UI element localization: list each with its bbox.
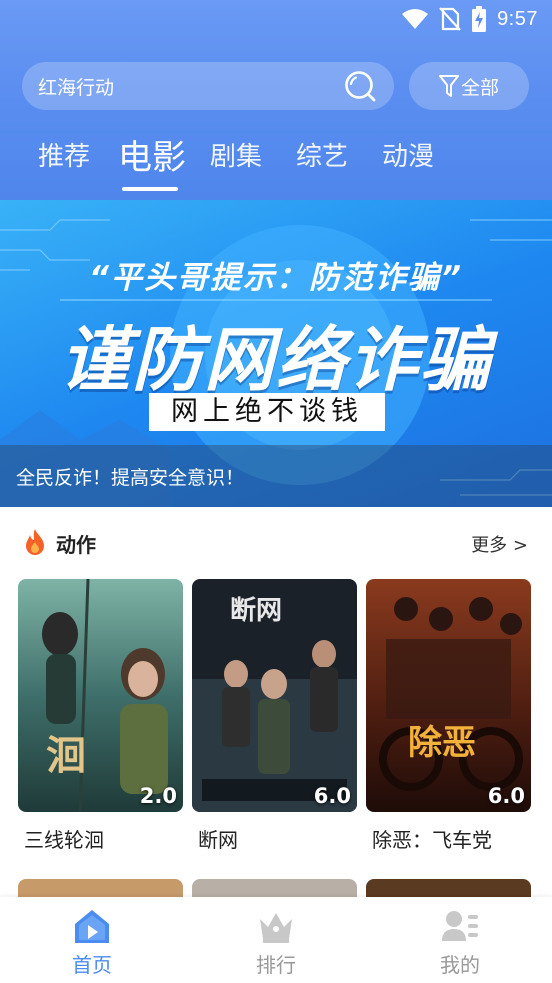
home-icon <box>75 910 109 943</box>
filter-button[interactable]: 全部 <box>409 62 529 110</box>
nav-home-label: 首页 <box>72 953 112 977</box>
nav-home[interactable]: 首页 <box>42 907 142 978</box>
poster-logo: 除恶 <box>408 723 476 763</box>
movie-score: 2.0 <box>139 784 177 808</box>
section-header: 动作 更多 > <box>0 520 552 564</box>
promo-banner[interactable]: “平头哥提示：防范诈骗” 谨防网络诈骗 网上绝不谈钱 全民反诈！提高安全意识！ <box>0 200 552 507</box>
bottom-navigation: 首页 排行 我的 <box>0 897 552 983</box>
search-icon[interactable] <box>344 70 376 102</box>
status-icons: 9:57 <box>401 6 538 32</box>
clock: 9:57 <box>497 7 538 30</box>
poster-image: 断网 <box>192 579 357 812</box>
banner-headline: 谨防网络诈骗 <box>60 319 492 401</box>
movie-score: 6.0 <box>313 784 351 808</box>
nav-profile[interactable]: 我的 <box>410 907 510 978</box>
wifi-icon <box>402 9 429 29</box>
tab-anime[interactable]: 动漫 <box>382 136 434 173</box>
poster-logo: 洄 <box>46 733 86 779</box>
movie-poster[interactable]: 除恶 6.0 <box>366 579 531 812</box>
filter-label: 全部 <box>460 76 499 99</box>
profile-icon <box>442 911 478 941</box>
movie-title: 断网 <box>198 828 238 852</box>
banner-quote: “平头哥提示：防范诈骗” <box>89 260 463 296</box>
nav-ranking[interactable]: 排行 <box>226 907 326 978</box>
app-screen: 9:57 红海行动 全部 推荐 电影 剧集 综艺 动漫 “平头哥提示：防范诈骗”… <box>0 0 552 983</box>
battery-charging-icon <box>472 6 487 32</box>
nav-profile-label: 我的 <box>440 953 480 977</box>
banner-caption: 全民反诈！提高安全意识！ <box>16 467 245 489</box>
tab-movies[interactable]: 电影 <box>118 130 186 179</box>
status-bar: 9:57 <box>0 0 552 40</box>
movie-card[interactable]: 洄 2.0 三线轮洄 <box>18 579 183 853</box>
search-input[interactable]: 红海行动 <box>22 62 394 110</box>
movie-poster[interactable]: 断网 6.0 <box>192 579 357 812</box>
tab-recommend[interactable]: 推荐 <box>38 136 90 173</box>
poster-image: 除恶 <box>366 579 531 812</box>
banner-caption-bar: 全民反诈！提高安全意识！ <box>0 445 552 507</box>
banner-subtitle: 网上绝不谈钱 <box>149 393 385 431</box>
header: 9:57 红海行动 全部 推荐 电影 剧集 综艺 动漫 <box>0 0 552 200</box>
fire-icon <box>26 529 44 555</box>
no-sim-icon <box>439 7 461 31</box>
search-query: 红海行动 <box>38 76 115 99</box>
section-title: 动作 <box>56 533 96 557</box>
poster-image: 洄 <box>18 579 183 812</box>
crown-icon <box>260 913 292 943</box>
tab-series[interactable]: 剧集 <box>210 136 262 173</box>
movie-poster[interactable]: 洄 2.0 <box>18 579 183 812</box>
movie-title: 除恶：飞车党 <box>372 828 492 852</box>
filter-icon <box>438 75 459 97</box>
movie-card[interactable]: 除恶 6.0 除恶：飞车党 <box>366 579 531 853</box>
movie-title: 三线轮洄 <box>24 828 104 852</box>
movie-card[interactable]: 断网 6.0 断网 <box>192 579 357 853</box>
more-link[interactable]: 更多 > <box>471 531 528 557</box>
category-tabs: 推荐 电影 剧集 综艺 动漫 <box>0 130 552 192</box>
active-tab-indicator <box>122 187 178 191</box>
tab-variety[interactable]: 综艺 <box>296 136 348 173</box>
nav-ranking-label: 排行 <box>256 953 296 977</box>
poster-logo: 断网 <box>230 595 282 626</box>
movie-score: 6.0 <box>487 784 525 808</box>
